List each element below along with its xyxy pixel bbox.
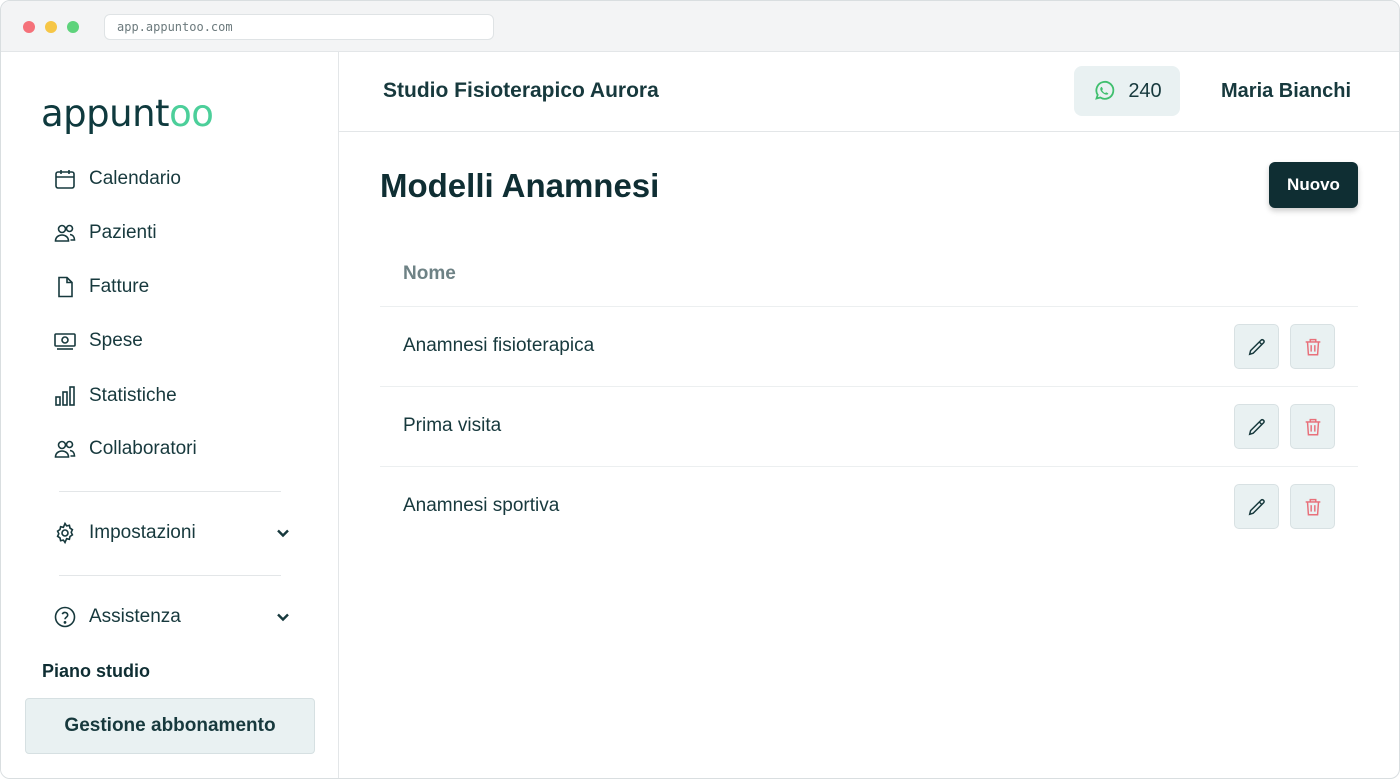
chevron-down-icon[interactable] xyxy=(273,523,293,543)
sidebar-item-spese[interactable]: Spese xyxy=(53,326,293,356)
sidebar-item-calendario[interactable]: Calendario xyxy=(53,164,293,194)
users-icon xyxy=(53,437,77,461)
sidebar-item-fatture[interactable]: Fatture xyxy=(53,272,293,302)
pencil-icon xyxy=(1248,338,1265,355)
sidebar-item-label: Pazienti xyxy=(89,222,157,243)
user-menu[interactable]: Maria Bianchi xyxy=(1221,80,1351,103)
delete-button[interactable] xyxy=(1290,324,1335,369)
edit-button[interactable] xyxy=(1234,484,1279,529)
delete-button[interactable] xyxy=(1290,404,1335,449)
sidebar-item-pazienti[interactable]: Pazienti xyxy=(53,218,293,248)
column-header-name: Nome xyxy=(403,263,456,284)
logo-suffix: oo xyxy=(169,92,214,135)
whatsapp-count: 240 xyxy=(1128,79,1162,102)
calendar-icon xyxy=(53,167,77,191)
document-icon xyxy=(53,275,77,299)
sidebar-item-label: Fatture xyxy=(89,276,150,297)
page-title: Modelli Anamnesi xyxy=(380,167,660,204)
appuntoo-logo[interactable]: appuntoo xyxy=(41,92,214,135)
bar-chart-icon xyxy=(53,384,77,408)
sidebar-item-label: Statistiche xyxy=(89,385,177,406)
delete-button[interactable] xyxy=(1290,484,1335,529)
sidebar-item-label: Calendario xyxy=(89,168,181,189)
edit-button[interactable] xyxy=(1234,404,1279,449)
row-divider xyxy=(380,466,1358,467)
sidebar-item-label: Spese xyxy=(89,330,143,351)
table-row-name[interactable]: Anamnesi fisioterapica xyxy=(403,335,594,357)
sidebar-divider xyxy=(59,491,281,492)
gear-icon xyxy=(53,521,77,545)
question-circle-icon xyxy=(53,605,77,629)
sidebar-item-collaboratori[interactable]: Collaboratori xyxy=(53,434,293,464)
sidebar-item-impostazioni[interactable]: Impostazioni xyxy=(53,518,293,548)
plan-label: Piano studio xyxy=(42,661,150,681)
pencil-icon xyxy=(1248,498,1265,515)
pencil-icon xyxy=(1248,418,1265,435)
app-window: app.appuntoo.com appuntoo Calendario Paz… xyxy=(0,0,1400,779)
maximize-window-dot[interactable] xyxy=(67,21,79,33)
sidebar-item-label: Collaboratori xyxy=(89,438,197,459)
edit-button[interactable] xyxy=(1234,324,1279,369)
sidebar-item-label: Impostazioni xyxy=(89,522,196,543)
logo-prefix: appunt xyxy=(41,92,170,135)
trash-icon xyxy=(1305,498,1320,516)
sidebar-item-assistenza[interactable]: Assistenza xyxy=(53,602,293,632)
manage-subscription-button[interactable]: Gestione abbonamento xyxy=(25,698,315,754)
studio-name: Studio Fisioterapico Aurora xyxy=(383,79,659,102)
minimize-window-dot[interactable] xyxy=(45,21,57,33)
row-divider xyxy=(380,386,1358,387)
cash-icon xyxy=(53,329,77,353)
sidebar-item-statistiche[interactable]: Statistiche xyxy=(53,381,293,411)
close-window-dot[interactable] xyxy=(23,21,35,33)
sidebar-divider xyxy=(59,575,281,576)
trash-icon xyxy=(1305,418,1320,436)
trash-icon xyxy=(1305,338,1320,356)
sidebar-item-label: Assistenza xyxy=(89,606,181,627)
whatsapp-credits-button[interactable]: 240 xyxy=(1074,66,1180,116)
users-icon xyxy=(53,221,77,245)
table-row-name[interactable]: Anamnesi sportiva xyxy=(403,495,559,517)
chevron-down-icon[interactable] xyxy=(273,607,293,627)
table-row-name[interactable]: Prima visita xyxy=(403,415,501,437)
sidebar: appuntoo Calendario Pazienti Fatture Spe… xyxy=(1,52,339,778)
address-bar[interactable]: app.appuntoo.com xyxy=(104,14,494,40)
row-divider xyxy=(380,306,1358,307)
whatsapp-icon xyxy=(1095,80,1115,100)
browser-chrome: app.appuntoo.com xyxy=(1,1,1399,52)
top-bar: Studio Fisioterapico Aurora 240 Maria Bi… xyxy=(339,52,1399,132)
new-template-button[interactable]: Nuovo xyxy=(1269,162,1358,208)
